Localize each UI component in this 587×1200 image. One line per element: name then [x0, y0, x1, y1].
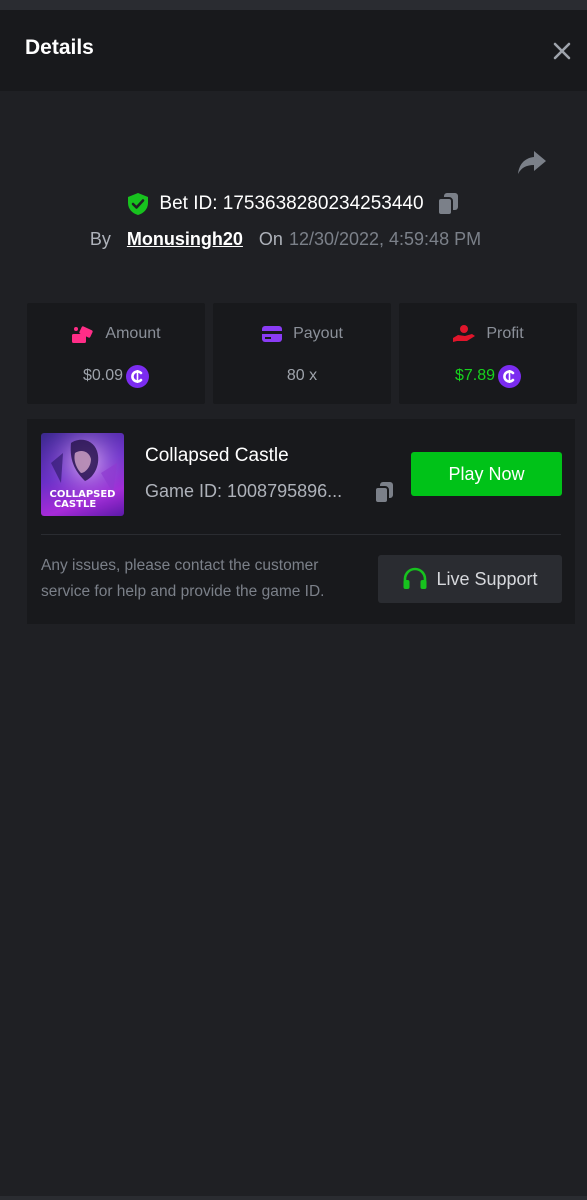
profit-hand-icon — [453, 325, 476, 342]
headset-icon — [403, 567, 427, 589]
game-id: Game ID: 1008795896... — [145, 481, 343, 501]
shield-check-icon — [128, 193, 149, 215]
user-link[interactable]: Monusingh20 — [127, 229, 243, 250]
payout-value: 80 x — [286, 367, 318, 384]
by-label: By — [89, 228, 111, 249]
play-now-button[interactable]: Play Now — [411, 452, 562, 496]
bet-id: Bet ID: 1753638280234253440 — [159, 193, 424, 214]
close-button[interactable] — [548, 37, 576, 65]
payout-value-row: 80 x — [213, 363, 391, 389]
profit-label: Profit — [486, 325, 524, 342]
amount-icon — [72, 326, 94, 343]
help-text: Any issues, please contact the customer … — [41, 557, 325, 600]
on-label: On — [258, 228, 283, 249]
payout-header: Payout — [213, 321, 391, 347]
details-header: Details — [0, 10, 587, 91]
game-card: COLLAPSED CASTLE Collapsed Castle Game I… — [27, 419, 575, 624]
payout-label: Payout — [293, 325, 343, 342]
bet-meta-row: By Monusingh20 On 12/30/2022, 4:59:48 PM — [0, 226, 587, 252]
share-button[interactable] — [515, 148, 549, 178]
profit-value: $7.89 — [454, 367, 496, 384]
divider — [41, 534, 561, 535]
close-icon — [553, 42, 571, 60]
game-thumbnail[interactable]: COLLAPSED CASTLE — [41, 433, 124, 516]
game-name: Collapsed Castle — [145, 445, 289, 466]
svg-text:CASTLE: CASTLE — [54, 499, 96, 510]
bottom-edge — [0, 1196, 587, 1200]
live-support-button[interactable]: Live Support — [378, 555, 562, 603]
amount-value: $0.09 — [82, 367, 124, 384]
coin-icon — [498, 364, 522, 388]
game-art: COLLAPSED CASTLE — [41, 433, 124, 516]
copy-icon[interactable] — [373, 481, 395, 505]
bet-id-row: Bet ID: 1753638280234253440 — [0, 190, 587, 218]
bet-details-page: Details Bet ID: 1753638280234253440 By M… — [0, 0, 587, 1200]
copy-icon[interactable] — [436, 191, 460, 217]
coin-icon — [126, 364, 150, 388]
profit-card: Profit $7.89 — [399, 303, 577, 404]
profit-value-row: $7.89 — [399, 363, 577, 389]
profit-header: Profit — [399, 321, 577, 347]
payout-card: Payout 80 x — [213, 303, 391, 404]
amount-card: Amount $0.09 — [27, 303, 205, 404]
bet-date: 12/30/2022, 4:59:48 PM — [288, 228, 482, 249]
share-icon — [518, 151, 546, 174]
amount-header: Amount — [27, 321, 205, 347]
page-title: Details — [25, 36, 94, 59]
live-support-label: Live Support — [436, 568, 538, 589]
amount-value-row: $0.09 — [27, 363, 205, 389]
amount-label: Amount — [105, 325, 161, 342]
top-strip — [0, 0, 587, 10]
card-icon — [262, 326, 283, 342]
